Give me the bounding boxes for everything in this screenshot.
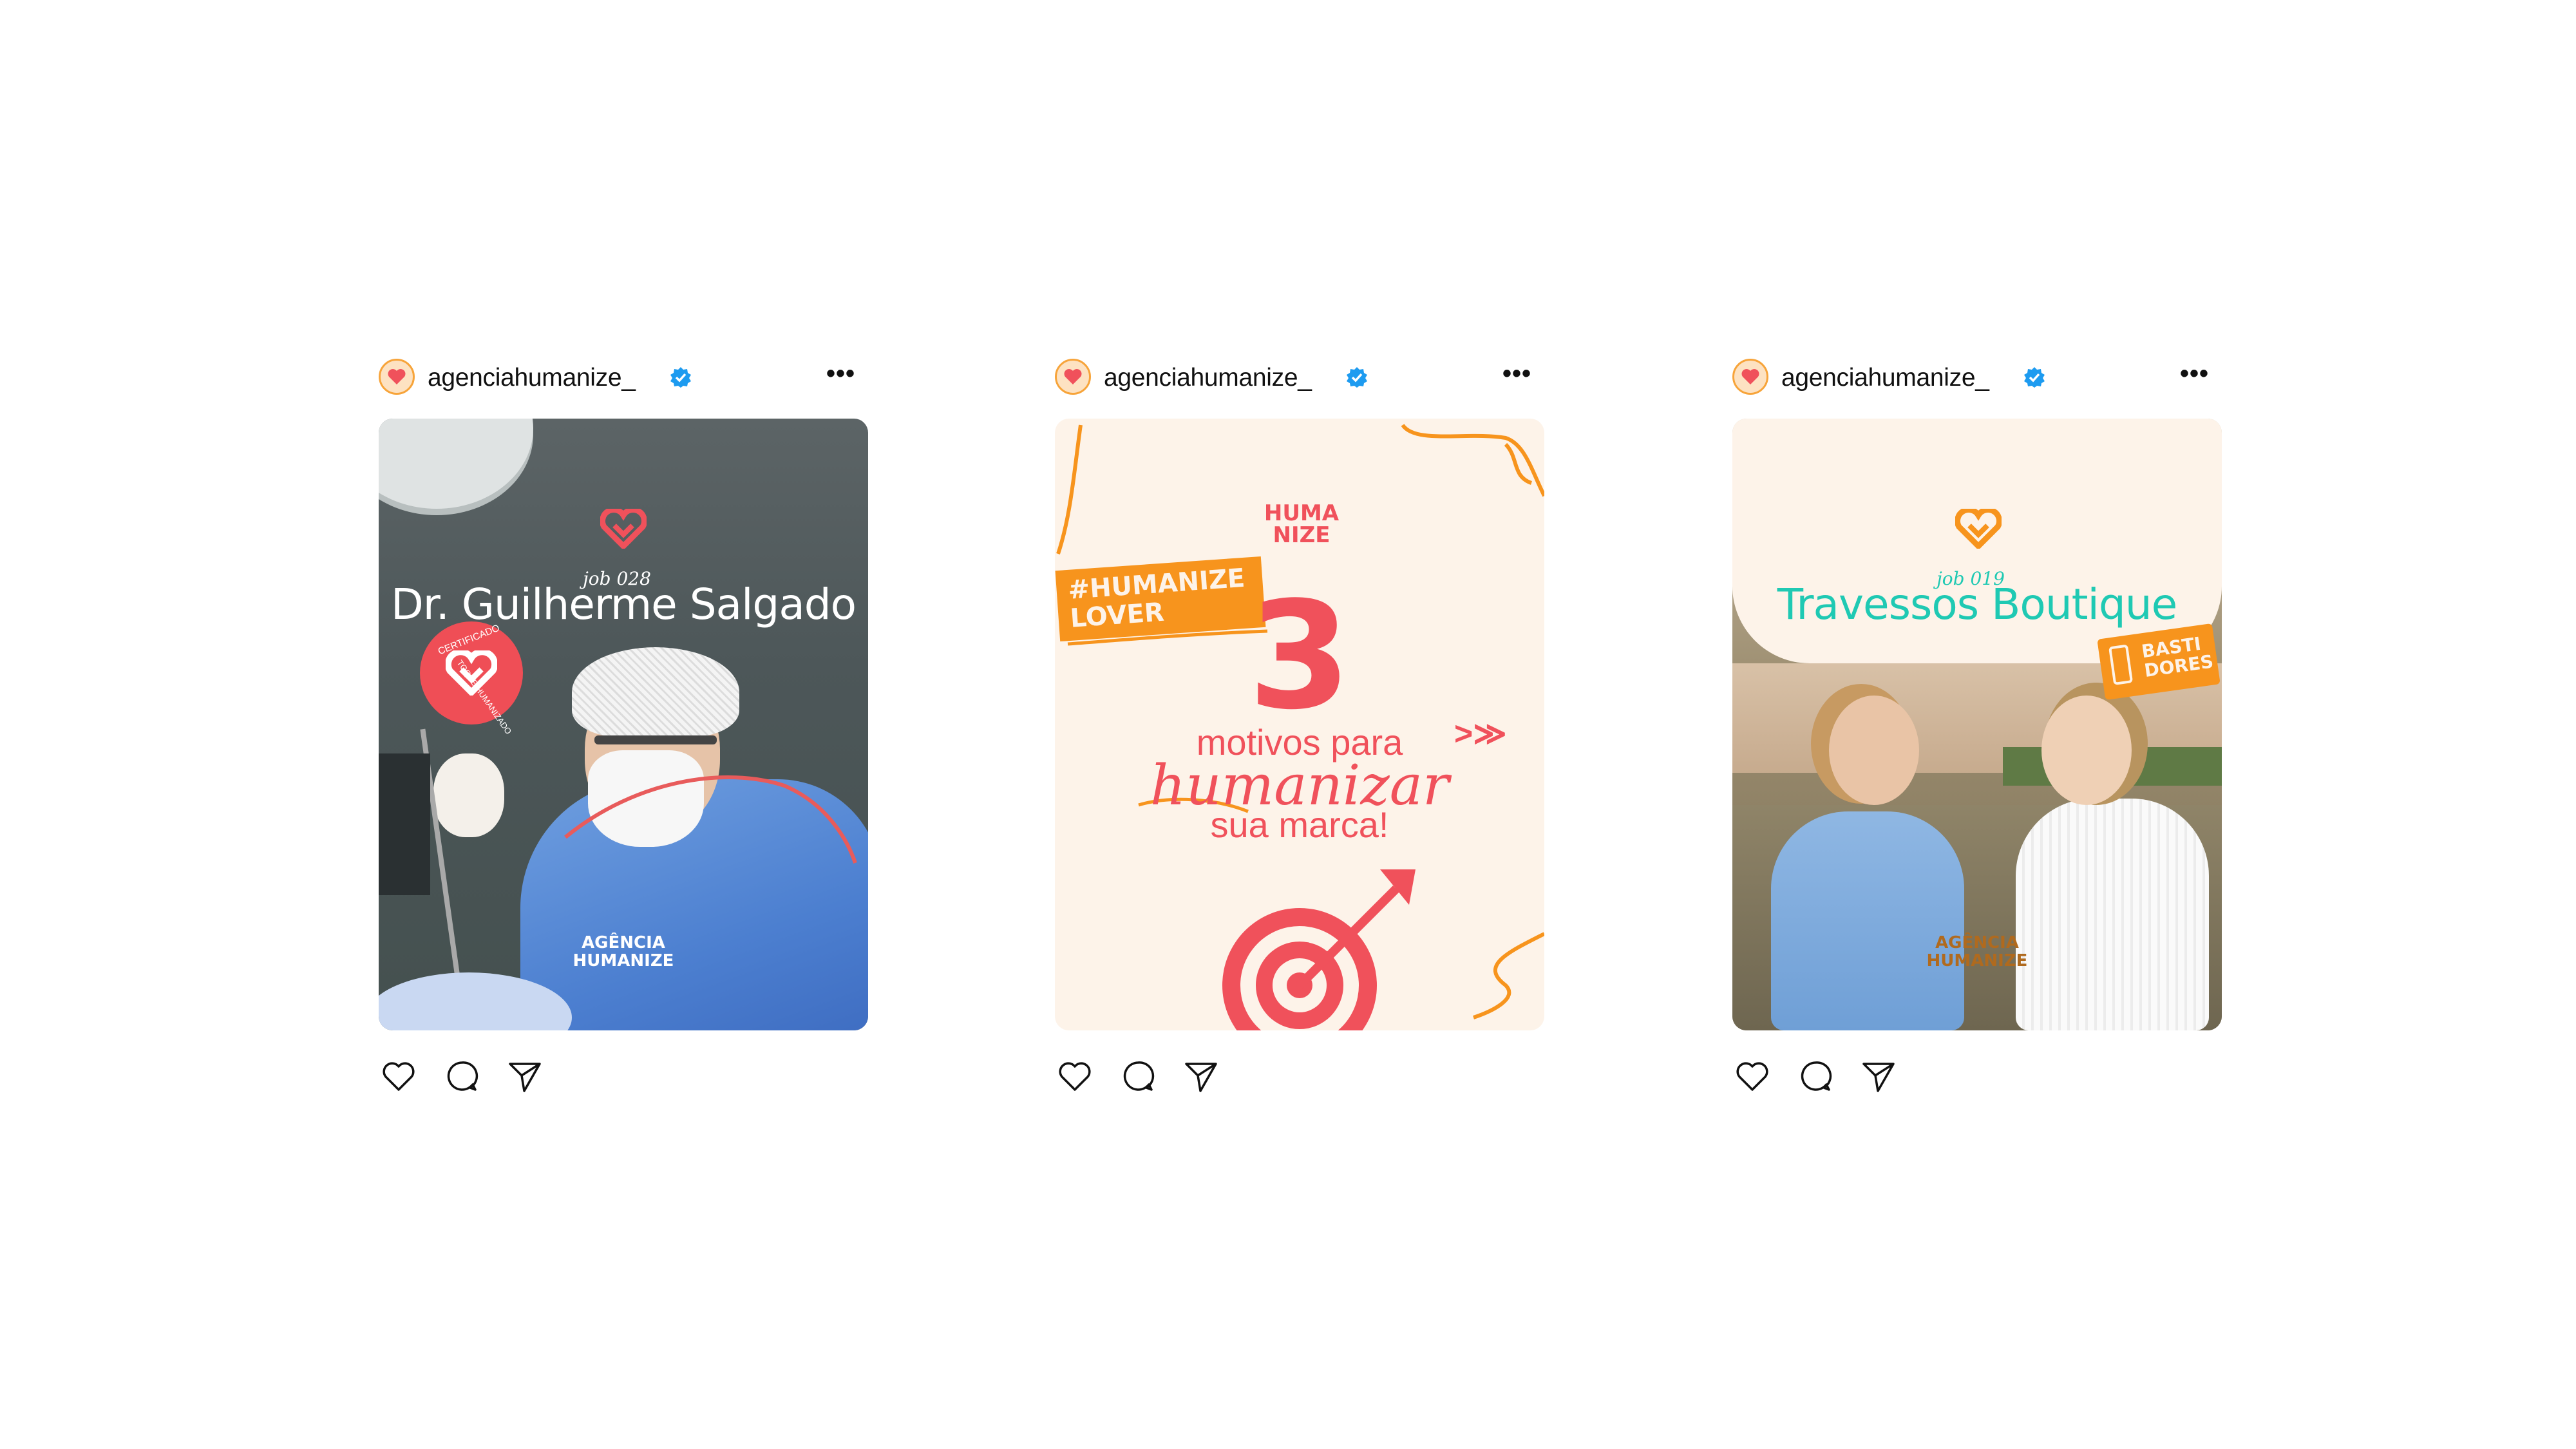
phone-icon: [2108, 644, 2134, 686]
monitor: [379, 753, 430, 895]
post-image[interactable]: job 019 Travessos Boutique BASTI DORES A…: [1732, 419, 2222, 1030]
post-header: agenciahumanize_ •••: [1732, 357, 2222, 396]
heart-icon[interactable]: [379, 1056, 419, 1096]
post-actions: [1055, 1056, 1248, 1101]
heart-icon[interactable]: [1732, 1056, 1772, 1096]
post-header: agenciahumanize_ •••: [379, 357, 868, 396]
decorative-line: [564, 775, 857, 864]
headline-line-3: sua marca!: [1210, 804, 1389, 845]
more-options-icon[interactable]: •••: [2180, 361, 2209, 386]
avatar[interactable]: [1732, 359, 1768, 395]
watermark-line-1: AGÊNCIA: [582, 933, 665, 952]
heart-logo-icon: [1064, 369, 1082, 384]
logo-line-1: HUMA: [1264, 500, 1340, 526]
more-options-icon[interactable]: •••: [826, 361, 855, 386]
post-header: agenciahumanize_ •••: [1055, 357, 1544, 396]
heart-logo-icon: [1955, 509, 2002, 549]
surgical-cap: [572, 647, 739, 737]
username[interactable]: agenciahumanize_: [1104, 364, 1312, 392]
comment-icon[interactable]: [1795, 1056, 1835, 1096]
girl-left-dress: [1771, 811, 1964, 1030]
watermark-line-2: HUMANIZE: [1926, 951, 2028, 971]
username[interactable]: agenciahumanize_: [428, 364, 636, 392]
post-1: agenciahumanize_ ••• job 028 Dr. Guilher…: [379, 357, 868, 1092]
post-image[interactable]: job 028 Dr. Guilherme Salgado CERTIFICAD…: [379, 419, 868, 1030]
girl-left-head: [1829, 696, 1919, 805]
heart-logo-icon: [600, 509, 647, 549]
heart-icon[interactable]: [1055, 1056, 1095, 1096]
post-title: Dr. Guilherme Salgado: [390, 580, 857, 629]
hashtag-tag: #HUMANIZE LOVER: [1055, 556, 1266, 642]
big-number: 3: [1247, 571, 1352, 743]
humanize-logo: HUMA NIZE: [1260, 502, 1343, 546]
certificate-stamp: CERTIFICADO TOQUE HUMANIZADO: [420, 621, 523, 736]
post-image[interactable]: HUMA NIZE #HUMANIZE LOVER 3 motivos para…: [1055, 419, 1544, 1030]
girl-right-dress: [2016, 799, 2209, 1030]
verified-icon: [670, 367, 691, 388]
share-icon[interactable]: [1859, 1056, 1899, 1096]
share-icon[interactable]: [1181, 1056, 1221, 1096]
avatar[interactable]: [1055, 359, 1091, 395]
post-title: Travessos Boutique: [1777, 580, 2177, 629]
post-2: agenciahumanize_ ••• HUMA NIZE #HUMANIZE…: [1055, 357, 1544, 1092]
verified-icon: [1347, 367, 1367, 388]
heart-logo-icon: [1741, 369, 1759, 384]
target-icon: [1222, 869, 1416, 1030]
watermark-line-2: HUMANIZE: [573, 951, 674, 971]
share-icon[interactable]: [505, 1056, 545, 1096]
comment-icon[interactable]: [442, 1056, 482, 1096]
surgical-lamp: [379, 419, 533, 509]
arrows: >≫: [1454, 715, 1507, 752]
post-3: agenciahumanize_ ••• job 019 Travessos B…: [1732, 357, 2222, 1092]
heart-logo-icon: [388, 369, 406, 384]
post-actions: [1732, 1056, 1926, 1101]
girl-right-head: [2041, 696, 2132, 805]
username[interactable]: agenciahumanize_: [1781, 364, 1989, 392]
watermark-line-1: AGÊNCIA: [1935, 933, 2019, 952]
watermark: AGÊNCIA HUMANIZE: [1919, 934, 2035, 970]
gloved-hand: [433, 753, 504, 837]
avatar[interactable]: [379, 359, 415, 395]
more-options-icon[interactable]: •••: [1502, 361, 1531, 386]
verified-icon: [2024, 367, 2045, 388]
logo-line-2: NIZE: [1273, 522, 1331, 548]
post-actions: [379, 1056, 572, 1101]
watermark: AGÊNCIA HUMANIZE: [565, 934, 681, 970]
comment-icon[interactable]: [1118, 1056, 1158, 1096]
